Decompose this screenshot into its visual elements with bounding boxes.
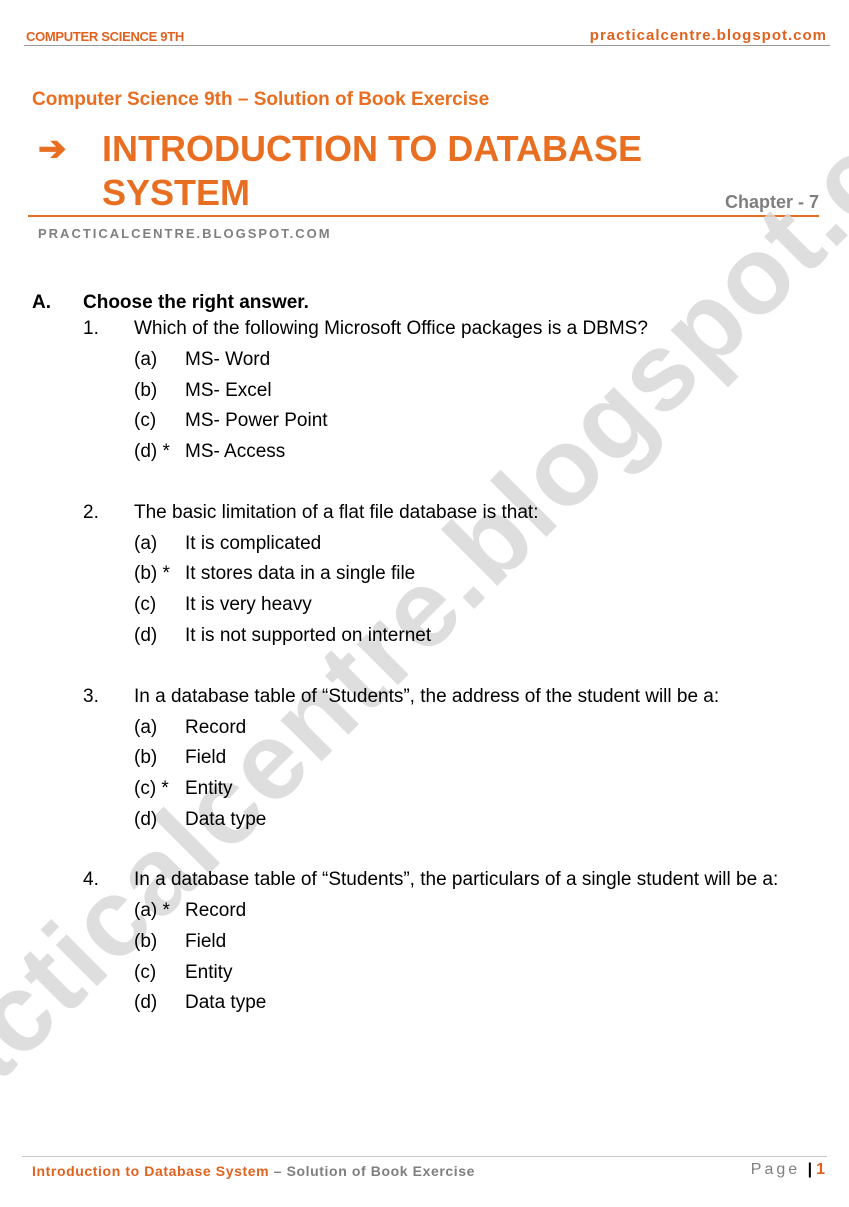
option-text: Field	[185, 930, 227, 952]
title-divider	[28, 215, 819, 217]
answer-option: (d) Data type	[0, 992, 849, 1023]
option-label: (d)	[134, 992, 158, 1014]
option-label: (c)	[134, 410, 157, 432]
question-item: 2. The basic limitation of a flat file da…	[0, 502, 849, 656]
question-row: 3. In a database table of “Students”, the…	[0, 686, 849, 717]
option-label: (b)	[134, 747, 158, 769]
option-text: Data type	[185, 992, 267, 1014]
answer-option: (c) Entity	[0, 962, 849, 993]
exercise-content: A. Choose the right answer. 1. Which of t…	[0, 290, 849, 1053]
question-number: 4.	[83, 869, 99, 891]
answer-option: (d) * MS- Access	[0, 441, 849, 472]
answer-option: (c) It is very heavy	[0, 594, 849, 625]
header-divider	[24, 45, 830, 46]
question-text: Which of the following Microsoft Office …	[134, 318, 648, 339]
option-text: Entity	[185, 777, 233, 799]
arrow-right-icon: ➔	[38, 130, 67, 168]
option-label: (c)	[134, 961, 157, 983]
page-title: INTRODUCTION TO DATABASE SYSTEM	[102, 128, 642, 213]
answer-option: (d) It is not supported on internet	[0, 625, 849, 656]
answer-option: (a) * Record	[0, 900, 849, 931]
option-label: (d) *	[134, 441, 170, 463]
page-number: 1	[816, 1161, 825, 1178]
answer-option: (c) * Entity	[0, 778, 849, 809]
answer-option: (a) It is complicated	[0, 533, 849, 564]
question-row: 4. In a database table of “Students”, the…	[0, 869, 849, 900]
question-number: 2.	[83, 501, 99, 523]
option-label: (a)	[134, 532, 158, 554]
option-text: Entity	[185, 961, 233, 983]
question-item: 3. In a database table of “Students”, the…	[0, 686, 849, 840]
answer-option: (d) Data type	[0, 809, 849, 840]
page-word: Page	[750, 1161, 801, 1178]
option-label: (a)	[134, 349, 158, 370]
question-row: 1. Which of the following Microsoft Offic…	[0, 318, 849, 349]
option-text: It is complicated	[185, 532, 322, 554]
option-text: Record	[185, 716, 247, 738]
answer-option: (a) MS- Word	[0, 349, 849, 380]
header-site-link[interactable]: practicalcentre.blogspot.com	[590, 27, 827, 44]
option-label: (b)	[134, 930, 158, 952]
option-label: (b) *	[134, 563, 170, 585]
question-row: 2. The basic limitation of a flat file da…	[0, 502, 849, 533]
footer-subtitle: – Solution of Book Exercise	[269, 1163, 476, 1179]
section-letter: A.	[32, 292, 51, 313]
question-number: 1.	[83, 318, 99, 339]
option-label: (b)	[134, 379, 158, 401]
option-label: (a)	[134, 716, 158, 738]
header-subject: COMPUTER SCIENCE 9TH	[26, 29, 184, 44]
option-text: MS- Word	[185, 349, 271, 370]
option-text: It is very heavy	[185, 594, 312, 616]
answer-option: (b) Field	[0, 747, 849, 778]
answer-option: (b) Field	[0, 931, 849, 962]
section-title: Choose the right answer.	[83, 292, 309, 313]
question-text: In a database table of “Students”, the a…	[134, 685, 720, 707]
footer-chapter-title: Introduction to Database System	[32, 1163, 270, 1179]
question-number: 3.	[83, 685, 99, 707]
document-subtitle: Computer Science 9th – Solution of Book …	[32, 89, 490, 110]
option-text: It stores data in a single file	[185, 563, 416, 585]
option-label: (c) *	[134, 777, 169, 799]
option-text: MS- Access	[185, 441, 286, 463]
question-text: In a database table of “Students”, the p…	[134, 869, 779, 891]
question-list: 1. Which of the following Microsoft Offic…	[0, 318, 849, 1023]
footer-divider	[22, 1156, 827, 1157]
option-label: (a) *	[134, 900, 170, 922]
option-text: Field	[185, 747, 227, 769]
footer-title: Introduction to Database System – Soluti…	[32, 1163, 475, 1179]
question-text: The basic limitation of a flat file data…	[134, 501, 539, 523]
option-label: (d)	[134, 808, 158, 830]
section-header: A. Choose the right answer.	[0, 290, 849, 318]
site-caption: PRACTICALCENTRE.BLOGSPOT.COM	[38, 226, 332, 241]
option-text: MS- Power Point	[185, 410, 328, 432]
answer-option: (b) * It stores data in a single file	[0, 563, 849, 594]
page-indicator: Page | 1	[751, 1161, 825, 1179]
answer-option: (a) Record	[0, 717, 849, 748]
option-text: It is not supported on internet	[185, 624, 432, 646]
question-item: 1. Which of the following Microsoft Offic…	[0, 318, 849, 472]
option-text: MS- Excel	[185, 379, 272, 401]
option-text: Record	[185, 900, 247, 922]
answer-option: (c) MS- Power Point	[0, 410, 849, 441]
option-label: (d)	[134, 624, 158, 646]
answer-option: (b) MS- Excel	[0, 380, 849, 411]
chapter-label: Chapter - 7	[724, 192, 819, 212]
question-item: 4. In a database table of “Students”, the…	[0, 869, 849, 1023]
page-separator: |	[807, 1161, 813, 1178]
option-text: Data type	[185, 808, 267, 830]
option-label: (c)	[134, 594, 157, 616]
